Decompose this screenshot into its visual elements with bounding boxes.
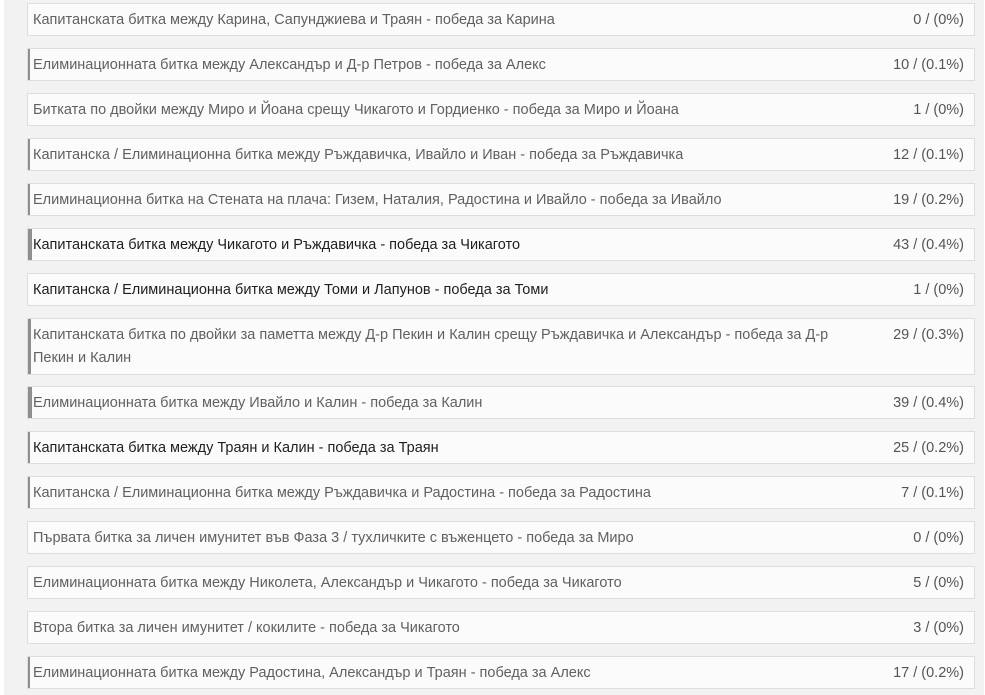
poll-answer-label: Втора битка за личен имунитет / кокилите…	[33, 620, 460, 636]
poll-answer-label: Капитанска / Елиминационна битка между Р…	[33, 147, 684, 163]
poll-answer-label: Първата битка за личен имунитет във Фаза…	[33, 530, 634, 546]
vote-share-bar	[28, 319, 31, 374]
vote-share-bar	[28, 229, 32, 260]
vote-share-bar	[28, 657, 30, 688]
poll-answer-result: 1 / (0%)	[913, 282, 964, 298]
poll-answer-result: 39 / (0.4%)	[893, 395, 964, 411]
poll-answer-result: 25 / (0.2%)	[893, 440, 964, 456]
poll-answer-label: Елиминационна битка на Стената на плача:…	[33, 192, 722, 208]
vote-share-bar	[28, 477, 30, 508]
poll-answer-label: Капитанска / Елиминационна битка между Р…	[33, 485, 651, 501]
poll-answer-row[interactable]: Елиминационната битка между Николета, Ал…	[27, 566, 975, 599]
poll-answer-label: Капитанската битка между Траян и Калин -…	[33, 440, 439, 456]
poll-answer-result: 10 / (0.1%)	[893, 57, 964, 73]
poll-answer-row[interactable]: Елиминационната битка между Александър и…	[27, 48, 975, 81]
poll-answer-result: 1 / (0%)	[913, 102, 964, 118]
poll-answer-row[interactable]: Капитанска / Елиминационна битка между Р…	[27, 476, 975, 509]
poll-answer-result: 43 / (0.4%)	[893, 237, 964, 253]
poll-panel: Капитанската битка между Карина, Сапундж…	[4, 0, 984, 695]
vote-share-bar	[28, 387, 32, 418]
poll-answer-row[interactable]: Втора битка за личен имунитет / кокилите…	[27, 611, 975, 644]
poll-answer-label: Капитанска / Елиминационна битка между Т…	[33, 282, 549, 298]
poll-answer-row[interactable]: Капитанската битка между Чикагото и Ръжд…	[27, 228, 975, 261]
poll-answer-label: Елиминационната битка между Ивайло и Кал…	[33, 395, 483, 411]
poll-answer-row[interactable]: Капитанската битка между Карина, Сапундж…	[27, 3, 975, 36]
poll-answer-label: Елиминационната битка между Николета, Ал…	[33, 575, 622, 591]
vote-share-bar	[28, 432, 30, 463]
poll-answer-row[interactable]: Елиминационната битка между Радостина, А…	[27, 656, 975, 689]
poll-answer-label: Капитанската битка по двойки за паметта …	[33, 327, 829, 366]
poll-answer-result: 0 / (0%)	[913, 530, 964, 546]
poll-answer-row[interactable]: Капитанската битка по двойки за паметта …	[27, 318, 975, 375]
poll-answer-row[interactable]: Капитанска / Елиминационна битка между Т…	[27, 273, 975, 306]
poll-answer-label: Елиминационната битка между Радостина, А…	[33, 665, 591, 681]
poll-answer-row[interactable]: Елиминационна битка на Стената на плача:…	[27, 183, 975, 216]
poll-answer-result: 7 / (0.1%)	[901, 485, 964, 501]
vote-share-bar	[28, 139, 30, 170]
vote-share-bar	[28, 184, 30, 215]
poll-answer-result: 5 / (0%)	[913, 575, 964, 591]
poll-answer-row[interactable]: Елиминационната битка между Ивайло и Кал…	[27, 386, 975, 419]
poll-answer-result: 17 / (0.2%)	[893, 665, 964, 681]
vote-share-bar	[28, 49, 30, 80]
poll-answer-result: 0 / (0%)	[913, 12, 964, 28]
poll-answers-list: Капитанската битка между Карина, Сапундж…	[22, 0, 977, 695]
poll-answer-result: 12 / (0.1%)	[893, 147, 964, 163]
poll-answer-row[interactable]: Капитанска / Елиминационна битка между Р…	[27, 138, 975, 171]
poll-answer-row[interactable]: Капитанската битка между Траян и Калин -…	[27, 431, 975, 464]
poll-answer-result: 19 / (0.2%)	[893, 192, 964, 208]
poll-answer-label: Елиминационната битка между Александър и…	[33, 57, 546, 73]
poll-answer-label: Капитанската битка между Чикагото и Ръжд…	[33, 237, 521, 253]
poll-answer-label: Битката по двойки между Миро и Йоана сре…	[33, 102, 679, 118]
poll-answer-row[interactable]: Първата битка за личен имунитет във Фаза…	[27, 521, 975, 554]
poll-answer-result: 29 / (0.3%)	[893, 327, 964, 343]
poll-answer-result: 3 / (0%)	[913, 620, 964, 636]
poll-answer-row[interactable]: Битката по двойки между Миро и Йоана сре…	[27, 93, 975, 126]
poll-answer-label: Капитанската битка между Карина, Сапундж…	[33, 12, 555, 28]
